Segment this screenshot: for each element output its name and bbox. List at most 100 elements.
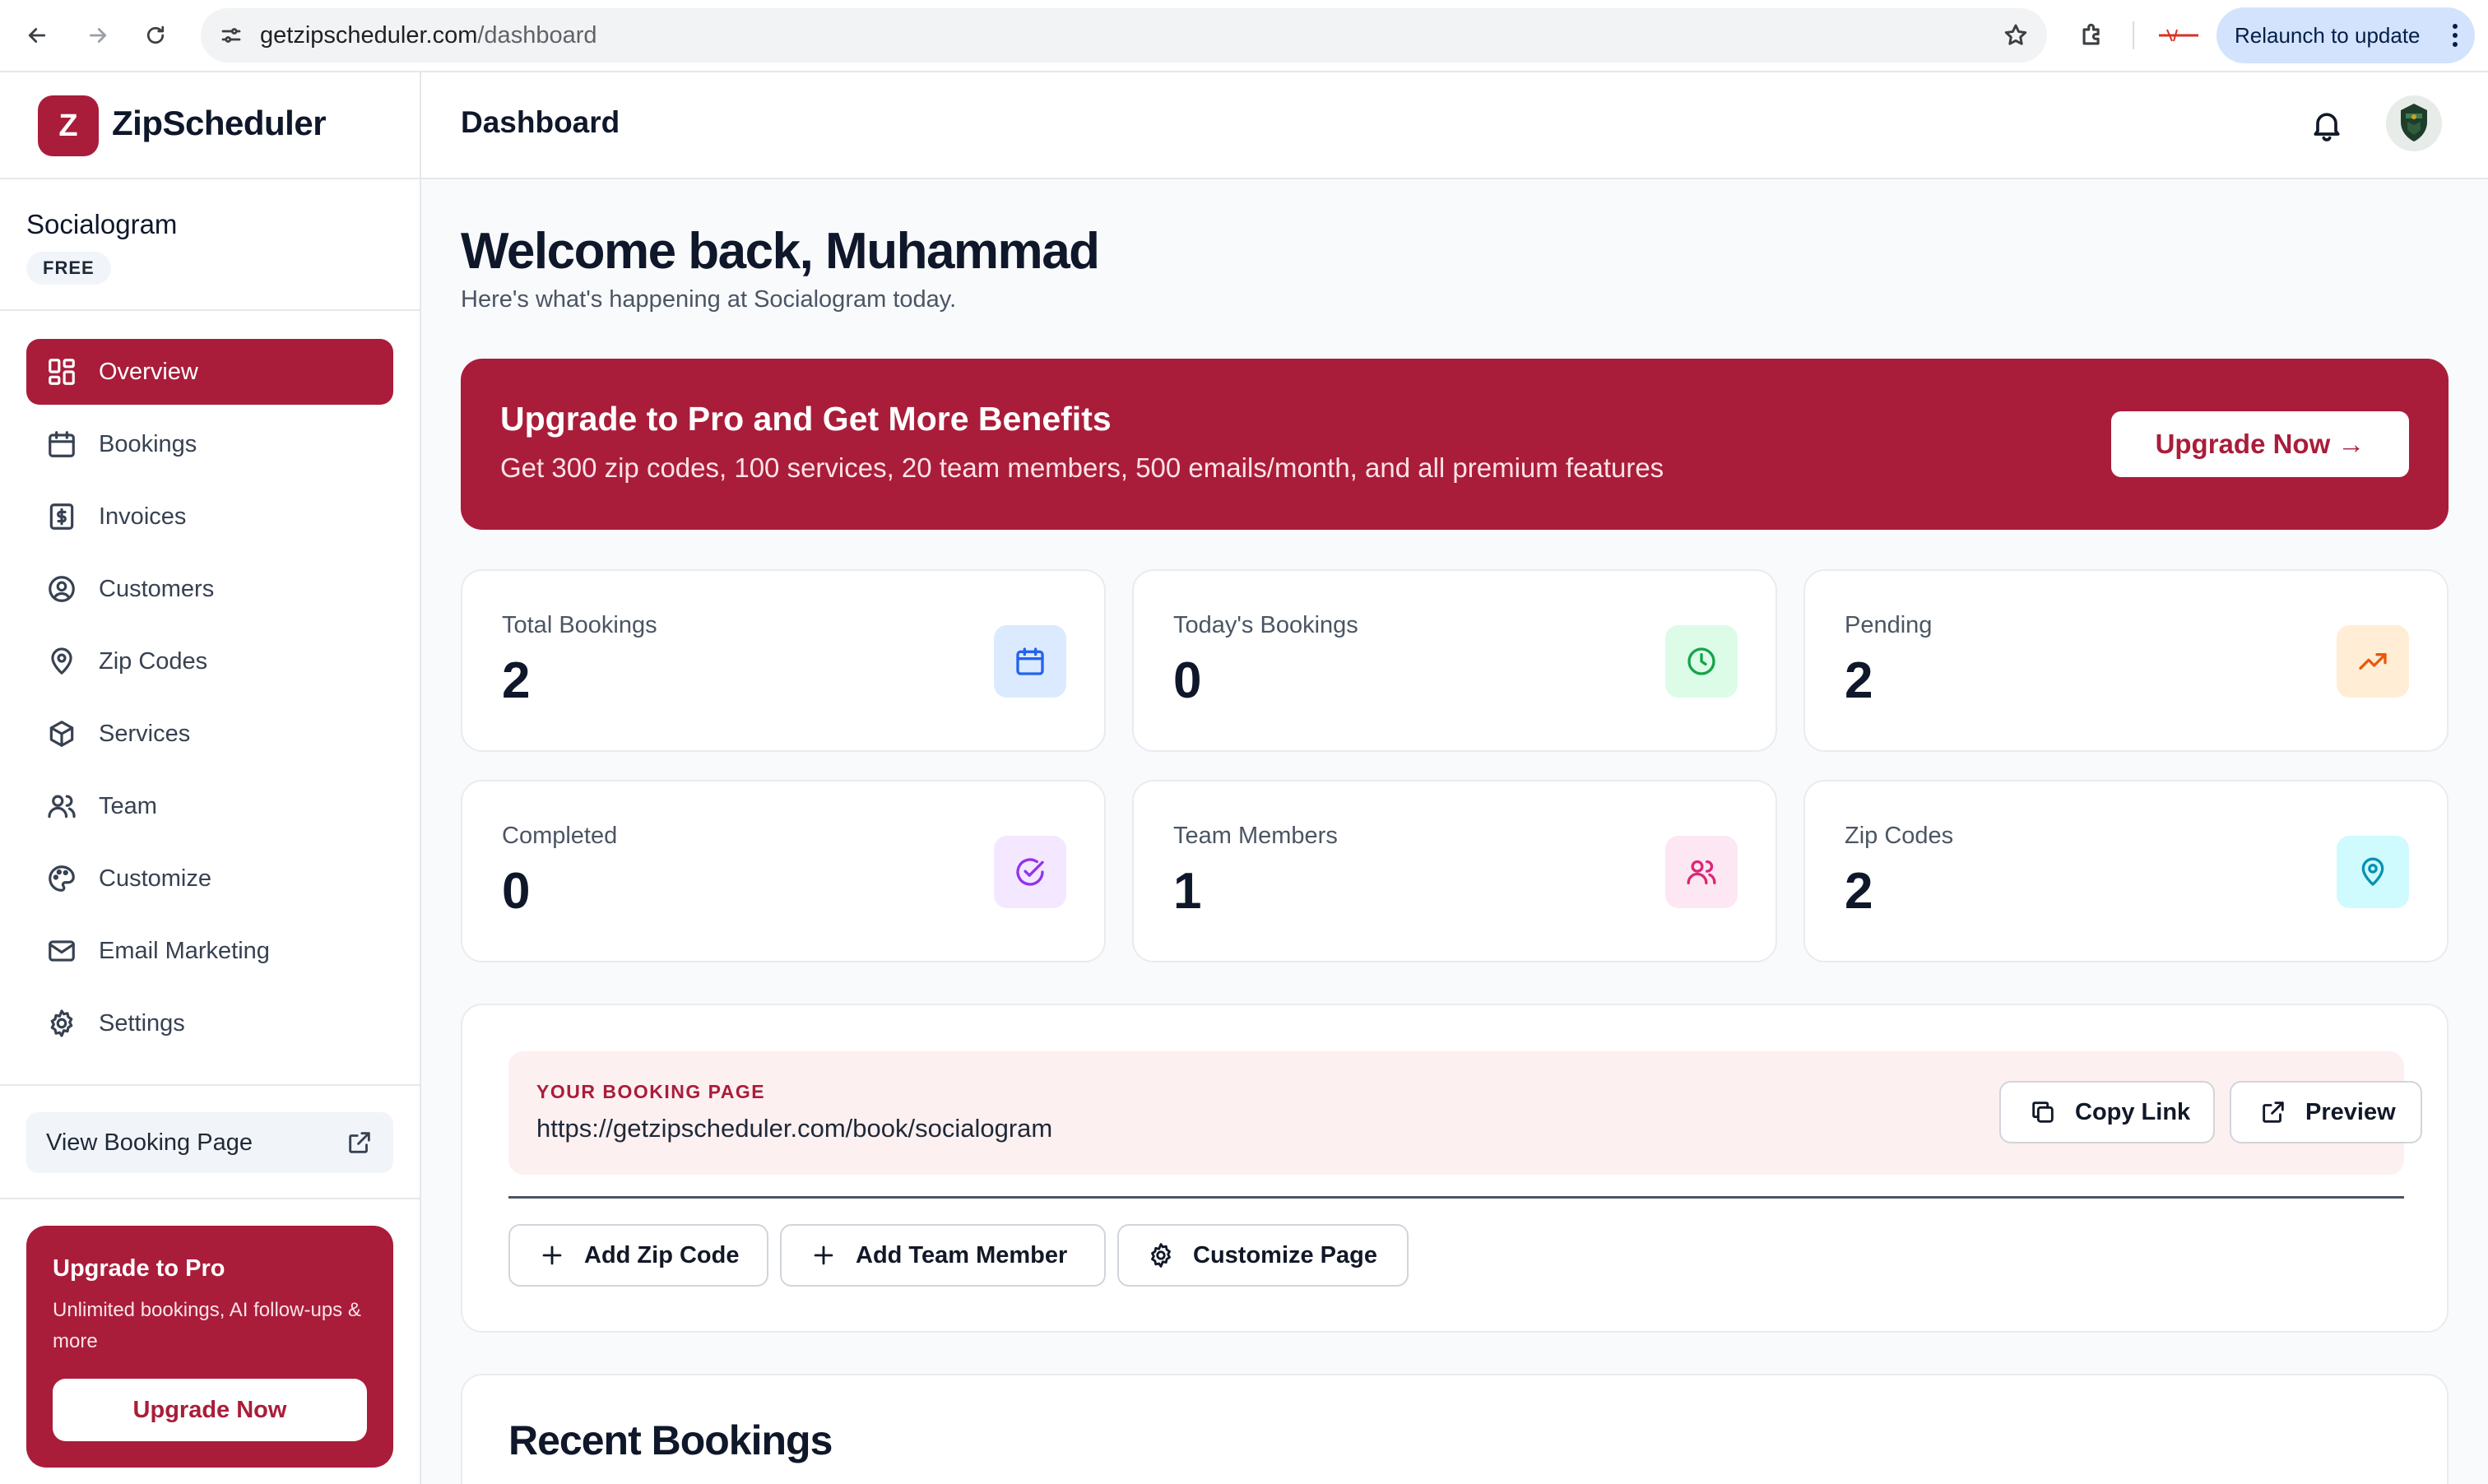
sidebar-item-label: Zip Codes xyxy=(99,647,208,675)
add-team-member-label: Add Team Member xyxy=(856,1241,1068,1268)
sidebar-item-team[interactable]: Team xyxy=(26,773,393,839)
promo-upgrade-button[interactable]: Upgrade Now xyxy=(53,1379,367,1441)
sidebar-item-label: Services xyxy=(99,720,191,747)
sidebar-item-invoices[interactable]: Invoices xyxy=(26,484,393,550)
stat-label: Completed xyxy=(502,823,618,849)
calendar-icon xyxy=(994,625,1066,698)
gear-icon xyxy=(1147,1241,1175,1269)
sidebar-item-customers[interactable]: Customers xyxy=(26,556,393,622)
avatar-logo-icon xyxy=(2386,95,2442,151)
sidebar-item-bookings[interactable]: Bookings xyxy=(26,411,393,477)
stat-value: 0 xyxy=(502,863,531,920)
sidebar-item-email-marketing[interactable]: Email Marketing xyxy=(26,918,393,984)
sidebar-item-services[interactable]: Services xyxy=(26,701,393,767)
promo-title: Upgrade to Pro xyxy=(53,1255,225,1282)
stat-card-pending[interactable]: Pending 2 xyxy=(1803,569,2449,752)
stat-label: Zip Codes xyxy=(1845,823,1954,849)
user-circle-icon xyxy=(46,573,77,605)
back-button[interactable] xyxy=(18,16,56,54)
map-pin-icon xyxy=(2337,836,2409,908)
forward-button[interactable] xyxy=(79,16,117,54)
reload-icon xyxy=(146,26,165,44)
customize-page-button[interactable]: Customize Page xyxy=(1117,1224,1409,1287)
view-booking-page-link[interactable]: View Booking Page xyxy=(26,1112,393,1173)
sidebar-item-customize[interactable]: Customize xyxy=(26,846,393,911)
stat-card-zip-codes[interactable]: Zip Codes 2 xyxy=(1803,780,2449,962)
upgrade-banner: Upgrade to Pro and Get More Benefits Get… xyxy=(461,359,2449,530)
sidebar: Z ZipScheduler Socialogram FREE Overview… xyxy=(0,72,421,1484)
address-bar[interactable]: getzipscheduler.com/dashboard xyxy=(201,8,2047,63)
browser-toolbar: getzipscheduler.com/dashboard Relaunch t… xyxy=(0,0,2488,72)
sidebar-item-label: Customers xyxy=(99,575,215,602)
users-icon xyxy=(46,791,77,822)
top-bar: Dashboard xyxy=(421,72,2488,179)
stat-card-completed[interactable]: Completed 0 xyxy=(461,780,1106,962)
extension-red-icon[interactable] xyxy=(2156,25,2202,46)
stat-card-todays-bookings[interactable]: Today's Bookings 0 xyxy=(1132,569,1777,752)
grid-icon xyxy=(46,356,77,387)
copy-link-button[interactable]: Copy Link xyxy=(1999,1081,2215,1143)
preview-label: Preview xyxy=(2305,1098,2396,1125)
brand-name[interactable]: ZipScheduler xyxy=(112,104,327,143)
promo-description: Unlimited bookings, AI follow-ups & more xyxy=(53,1299,361,1352)
reload-button[interactable] xyxy=(137,16,174,54)
stat-label: Today's Bookings xyxy=(1173,612,1358,638)
bookmark-star-icon[interactable] xyxy=(2003,22,2029,49)
sidebar-item-zip-codes[interactable]: Zip Codes xyxy=(26,628,393,694)
extensions-icon[interactable] xyxy=(2073,16,2111,54)
stat-value: 2 xyxy=(502,652,531,709)
sidebar-item-label: Email Marketing xyxy=(99,937,270,964)
booking-page-url: https://getzipscheduler.com/book/socialo… xyxy=(536,1114,1053,1143)
recent-bookings-title: Recent Bookings xyxy=(508,1417,833,1463)
banner-upgrade-button[interactable]: Upgrade Now → xyxy=(2111,411,2409,477)
sidebar-menu: Overview Bookings Invoices Customers Zip… xyxy=(26,339,393,1063)
stat-value: 2 xyxy=(1845,863,1873,920)
site-info-icon[interactable] xyxy=(219,23,244,48)
stat-label: Team Members xyxy=(1173,823,1338,849)
stat-value: 0 xyxy=(1173,652,1202,709)
brand-logo[interactable]: Z xyxy=(38,95,99,156)
add-zip-code-button[interactable]: Add Zip Code xyxy=(508,1224,768,1287)
avatar[interactable] xyxy=(2386,95,2442,151)
relaunch-to-update-button[interactable]: Relaunch to update xyxy=(2216,7,2475,63)
sidebar-item-label: Bookings xyxy=(99,430,197,457)
sidebar-item-label: Team xyxy=(99,792,157,819)
add-team-member-button[interactable]: Add Team Member xyxy=(780,1224,1106,1287)
welcome-subtitle: Here's what's happening at Socialogram t… xyxy=(461,286,957,313)
copy-link-label: Copy Link xyxy=(2075,1098,2191,1125)
customize-page-label: Customize Page xyxy=(1193,1241,1377,1268)
stat-value: 2 xyxy=(1845,652,1873,709)
external-link-icon xyxy=(2259,1098,2287,1126)
map-pin-icon xyxy=(46,646,77,677)
external-link-icon xyxy=(346,1129,374,1157)
booking-page-panel: YOUR BOOKING PAGE https://getzipschedule… xyxy=(461,1004,2449,1333)
preview-button[interactable]: Preview xyxy=(2230,1081,2422,1143)
more-menu-icon[interactable] xyxy=(2452,24,2458,47)
sidebar-item-label: Overview xyxy=(99,358,198,385)
sidebar-item-settings[interactable]: Settings xyxy=(26,990,393,1056)
recent-bookings-panel: Recent Bookings xyxy=(461,1374,2449,1484)
stat-card-total-bookings[interactable]: Total Bookings 2 xyxy=(461,569,1106,752)
view-booking-label: View Booking Page xyxy=(46,1129,253,1156)
box-icon xyxy=(46,718,77,749)
workspace-info: Socialogram FREE xyxy=(0,179,420,311)
clock-icon xyxy=(1665,625,1738,698)
users-icon xyxy=(1665,836,1738,908)
gear-icon xyxy=(46,1008,77,1039)
notifications-bell-icon[interactable] xyxy=(2309,107,2345,143)
booking-link-box: YOUR BOOKING PAGE https://getzipschedule… xyxy=(508,1051,2422,1175)
plus-icon xyxy=(538,1241,566,1269)
stat-label: Pending xyxy=(1845,612,1933,638)
stat-card-team-members[interactable]: Team Members 1 xyxy=(1132,780,1777,962)
sidebar-item-label: Invoices xyxy=(99,503,187,530)
dollar-doc-icon xyxy=(46,501,77,532)
banner-description: Get 300 zip codes, 100 services, 20 team… xyxy=(500,452,1664,483)
plus-icon xyxy=(810,1241,838,1269)
banner-title: Upgrade to Pro and Get More Benefits xyxy=(500,400,1112,438)
sidebar-item-overview[interactable]: Overview xyxy=(26,339,393,405)
trending-up-icon xyxy=(2337,625,2409,698)
copy-icon xyxy=(2029,1098,2057,1126)
toolbar-divider xyxy=(2133,21,2134,49)
add-zip-code-label: Add Zip Code xyxy=(584,1241,740,1268)
page-title: Dashboard xyxy=(461,105,620,139)
